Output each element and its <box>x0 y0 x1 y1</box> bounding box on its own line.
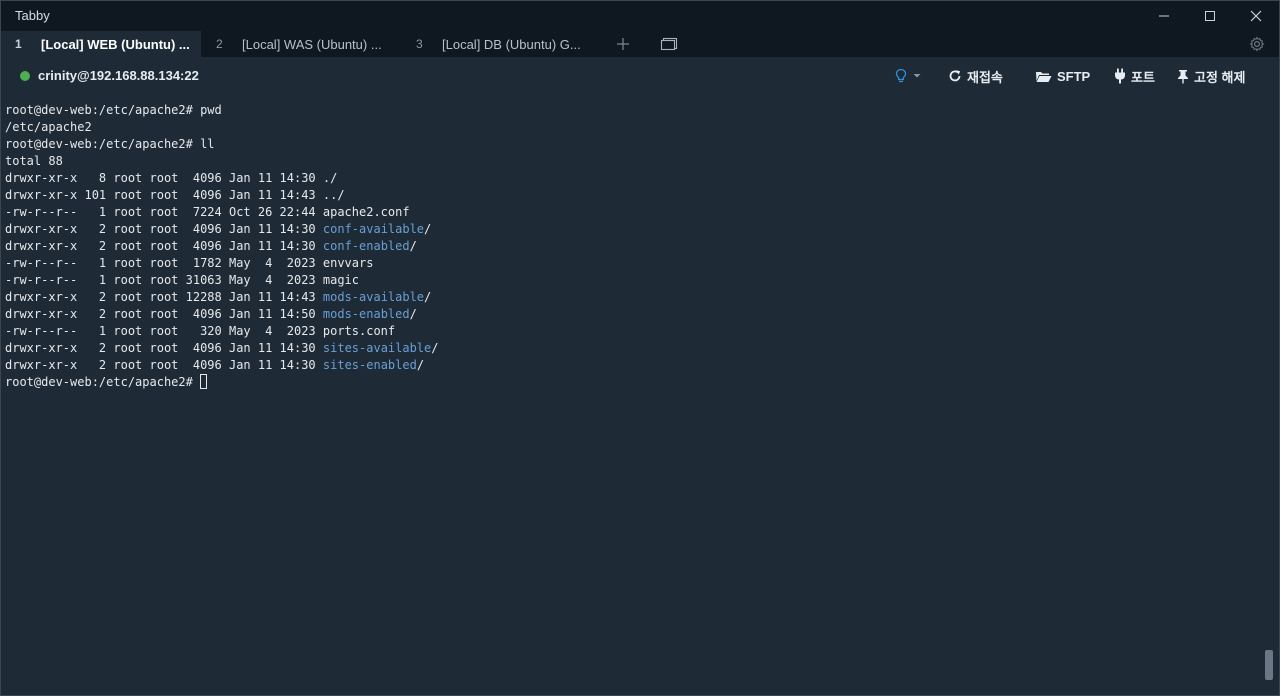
tab-number: 1 <box>15 37 22 51</box>
file-entry-info: drwxr-xr-x 2 root root 4096 Jan 11 14:30 <box>5 222 323 236</box>
terminal-line: drwxr-xr-x 2 root root 4096 Jan 11 14:30… <box>5 238 1255 255</box>
terminal-line: root@dev-web:/etc/apache2# pwd <box>5 102 1255 119</box>
terminal-line-text: -rw-r--r-- 1 root root 7224 Oct 26 22:44… <box>5 205 410 219</box>
terminal-line: drwxr-xr-x 2 root root 4096 Jan 11 14:30… <box>5 340 1255 357</box>
directory-suffix: / <box>431 341 439 355</box>
terminal-line-text: total 88 <box>5 154 63 168</box>
title-bar[interactable]: Tabby <box>1 1 1279 31</box>
minimize-icon <box>1159 15 1169 17</box>
directory-suffix: / <box>424 222 432 236</box>
file-entry-info: drwxr-xr-x 2 root root 4096 Jan 11 14:30 <box>5 341 323 355</box>
folder-open-icon <box>1036 71 1052 82</box>
sftp-label: SFTP <box>1057 68 1091 84</box>
unpin-button[interactable]: 고정 해제 <box>1177 65 1245 87</box>
directory-name: mods-available <box>322 290 425 304</box>
connection-status-indicator <box>20 71 30 81</box>
terminal-line: drwxr-xr-x 2 root root 12288 Jan 11 14:4… <box>5 289 1255 306</box>
terminal-line-text: root@dev-web:/etc/apache2# ll <box>5 137 215 151</box>
tab-db[interactable]: 3 [Local] DB (Ubuntu) G... <box>402 31 602 57</box>
directory-name: conf-enabled <box>322 239 410 253</box>
terminal-cursor <box>200 374 208 389</box>
host-label: crinity@192.168.88.134:22 <box>38 68 199 83</box>
shell-prompt: root@dev-web:/etc/apache2# <box>5 375 201 389</box>
dock-button[interactable] <box>658 34 680 54</box>
close-button[interactable] <box>1233 1 1279 31</box>
terminal-line: drwxr-xr-x 2 root root 4096 Jan 11 14:30… <box>5 221 1255 238</box>
tab-was[interactable]: 2 [Local] WAS (Ubuntu) ... <box>202 31 402 57</box>
tab-web[interactable]: 1 [Local] WEB (Ubuntu) ... <box>1 31 201 57</box>
ports-button[interactable]: 포트 <box>1114 65 1155 87</box>
directory-name: sites-enabled <box>322 358 417 372</box>
terminal-line: root@dev-web:/etc/apache2# ll <box>5 136 1255 153</box>
ports-label: 포트 <box>1131 69 1155 85</box>
file-entry-info: drwxr-xr-x 2 root root 12288 Jan 11 14:4… <box>5 290 323 304</box>
lightbulb-icon <box>895 68 907 83</box>
terminal-line: drwxr-xr-x 101 root root 4096 Jan 11 14:… <box>5 187 1255 204</box>
tab-title: [Local] WAS (Ubuntu) ... <box>242 36 382 52</box>
app-title: Tabby <box>15 8 50 23</box>
file-entry-info: drwxr-xr-x 2 root root 4096 Jan 11 14:50 <box>5 307 323 321</box>
tab-number: 3 <box>416 37 423 51</box>
dock-icon <box>660 37 678 51</box>
minimize-button[interactable] <box>1141 1 1187 31</box>
chevron-down-icon <box>913 74 921 78</box>
terminal-line-text: root@dev-web:/etc/apache2# pwd <box>5 103 222 117</box>
terminal-scrollbar[interactable] <box>1265 650 1273 680</box>
plus-icon <box>617 38 629 50</box>
tab-bar: 1 [Local] WEB (Ubuntu) ... 2 [Local] WAS… <box>1 31 1279 57</box>
terminal-line-text: -rw-r--r-- 1 root root 320 May 4 2023 po… <box>5 324 396 338</box>
directory-suffix: / <box>424 290 432 304</box>
terminal-line: drwxr-xr-x 8 root root 4096 Jan 11 14:30… <box>5 170 1255 187</box>
terminal-line: -rw-r--r-- 1 root root 31063 May 4 2023 … <box>5 272 1255 289</box>
terminal-line-text: drwxr-xr-x 101 root root 4096 Jan 11 14:… <box>5 188 345 202</box>
settings-button[interactable] <box>1247 34 1267 54</box>
terminal-line: total 88 <box>5 153 1255 170</box>
directory-name: sites-available <box>322 341 432 355</box>
terminal-line: root@dev-web:/etc/apache2# <box>5 374 1255 391</box>
terminal-line: -rw-r--r-- 1 root root 7224 Oct 26 22:44… <box>5 204 1255 221</box>
session-toolbar: crinity@192.168.88.134:22 재접속 SFTP 포트 고정… <box>1 57 1279 95</box>
new-tab-button[interactable] <box>613 34 633 54</box>
terminal-line-text: -rw-r--r-- 1 root root 31063 May 4 2023 … <box>5 273 360 287</box>
close-icon <box>1250 10 1262 22</box>
terminal-line: -rw-r--r-- 1 root root 1782 May 4 2023 e… <box>5 255 1255 272</box>
quick-commands-button[interactable] <box>894 65 926 87</box>
sftp-button[interactable]: SFTP <box>1035 65 1090 87</box>
unpin-label: 고정 해제 <box>1194 69 1246 85</box>
terminal-line: drwxr-xr-x 2 root root 4096 Jan 11 14:30… <box>5 357 1255 374</box>
directory-suffix: / <box>409 239 417 253</box>
terminal-line-text: -rw-r--r-- 1 root root 1782 May 4 2023 e… <box>5 256 374 270</box>
directory-suffix: / <box>409 307 417 321</box>
directory-suffix: / <box>416 358 425 372</box>
file-entry-info: drwxr-xr-x 2 root root 4096 Jan 11 14:30 <box>5 239 323 253</box>
reconnect-label: 재접속 <box>967 69 1003 85</box>
reconnect-button[interactable]: 재접속 <box>948 65 1003 87</box>
maximize-icon <box>1205 11 1215 21</box>
directory-name: mods-enabled <box>322 307 410 321</box>
gear-icon <box>1249 36 1265 52</box>
tab-title: [Local] WEB (Ubuntu) ... <box>41 36 190 52</box>
terminal-line: -rw-r--r-- 1 root root 320 May 4 2023 po… <box>5 323 1255 340</box>
directory-name: conf-available <box>322 222 425 236</box>
maximize-button[interactable] <box>1187 1 1233 31</box>
terminal-line: drwxr-xr-x 2 root root 4096 Jan 11 14:50… <box>5 306 1255 323</box>
plug-icon <box>1115 68 1125 84</box>
terminal-output[interactable]: root@dev-web:/etc/apache2# pwd/etc/apach… <box>5 102 1255 692</box>
tab-number: 2 <box>216 37 223 51</box>
reload-icon <box>949 70 961 82</box>
app-window: Tabby 1 [Local] WEB (Ubuntu) ... 2 [Loca… <box>0 0 1280 696</box>
terminal-line-text: /etc/apache2 <box>5 120 92 134</box>
pin-icon <box>1178 69 1188 83</box>
terminal-line: /etc/apache2 <box>5 119 1255 136</box>
tab-title: [Local] DB (Ubuntu) G... <box>442 36 581 52</box>
file-entry-info: drwxr-xr-x 2 root root 4096 Jan 11 14:30 <box>5 358 323 372</box>
terminal-line-text: drwxr-xr-x 8 root root 4096 Jan 11 14:30… <box>5 171 338 185</box>
